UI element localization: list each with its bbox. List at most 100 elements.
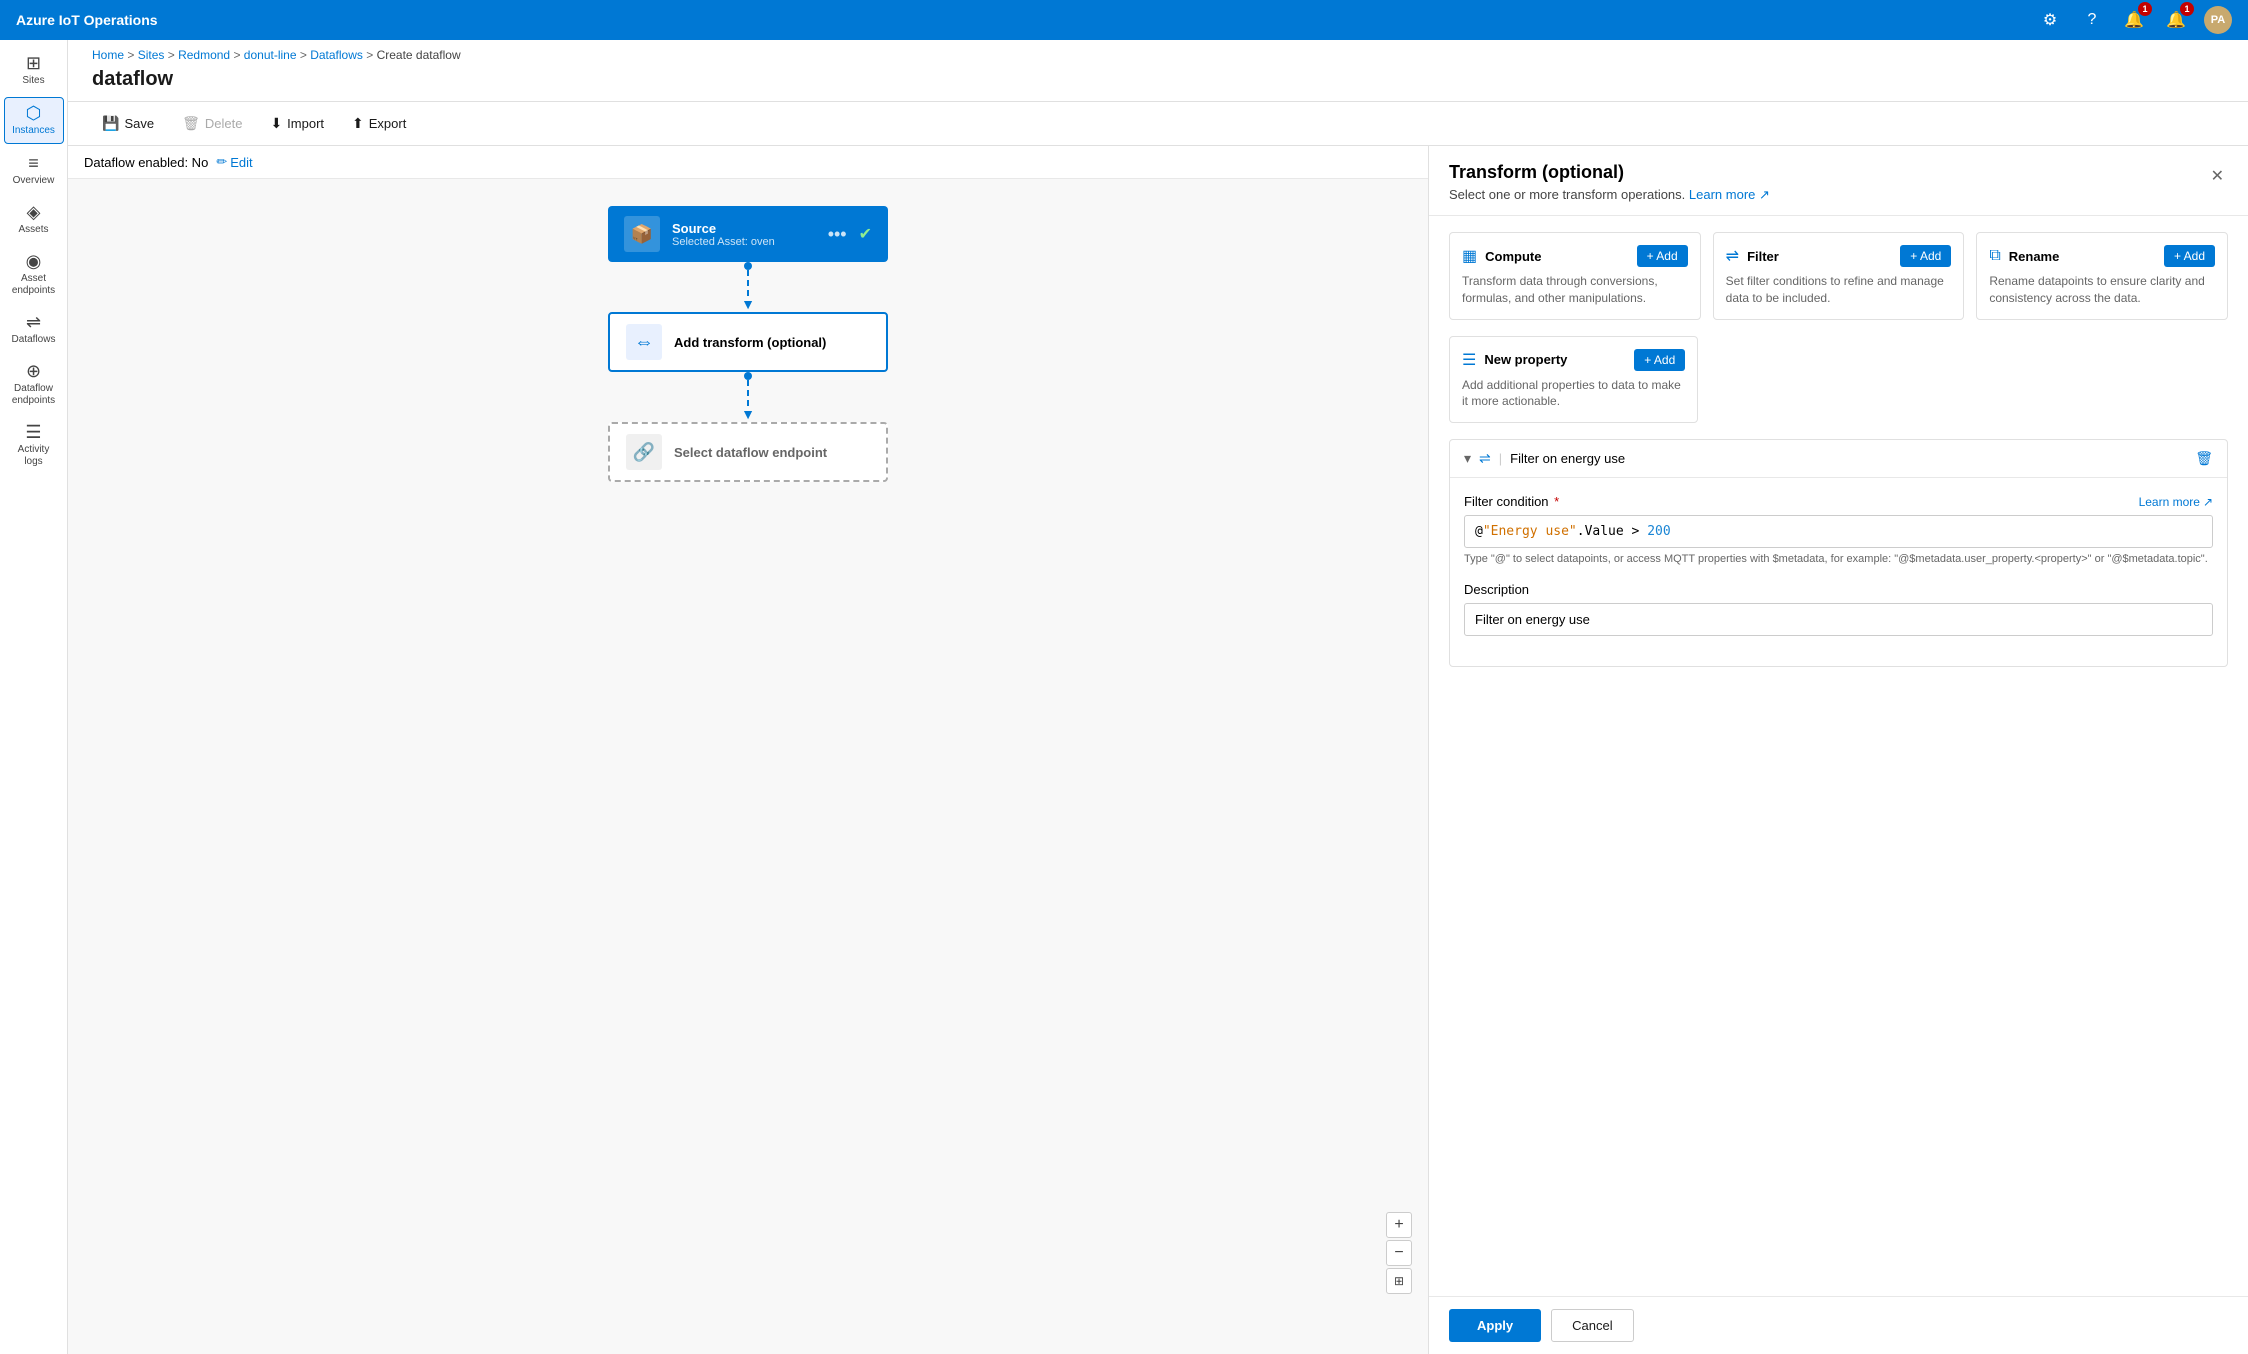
breadcrumb-redmond[interactable]: Redmond xyxy=(178,48,230,62)
cancel-button[interactable]: Cancel xyxy=(1551,1309,1633,1342)
breadcrumb-home[interactable]: Home xyxy=(92,48,124,62)
bell-icon-area[interactable]: 🔔 1 xyxy=(2162,6,2190,34)
breadcrumb-dataflows[interactable]: Dataflows xyxy=(310,48,363,62)
endpoint-icon: 🔗 xyxy=(633,442,655,463)
transform-node-title: Add transform (optional) xyxy=(674,335,870,350)
help-icon[interactable]: ? xyxy=(2078,6,2106,34)
compute-card-desc: Transform data through conversions, form… xyxy=(1462,273,1688,307)
endpoint-node[interactable]: 🔗 Select dataflow endpoint xyxy=(608,422,888,482)
sidebar-label-instances: Instances xyxy=(12,125,55,137)
sidebar-label-dataflows: Dataflows xyxy=(12,334,56,346)
canvas-wrapper: Dataflow enabled: No ✏ Edit 📦 Source xyxy=(68,146,2248,1354)
endpoint-node-title: Select dataflow endpoint xyxy=(674,445,870,460)
new-property-card-header: ☰ New property + Add xyxy=(1462,349,1685,371)
source-node[interactable]: 📦 Source Selected Asset: oven ••• ✔ xyxy=(608,206,888,262)
flow-connector-2: ▼ xyxy=(741,372,755,422)
filter-body: Filter condition * Learn more ↗ @"Energy… xyxy=(1450,478,2227,665)
apply-button[interactable]: Apply xyxy=(1449,1309,1541,1342)
compute-add-button[interactable]: + Add xyxy=(1637,245,1688,267)
save-button[interactable]: 💾 Save xyxy=(92,110,164,137)
notifications-bell[interactable]: 🔔 1 xyxy=(2120,6,2148,34)
sidebar-item-instances[interactable]: ⬡ Instances xyxy=(4,97,64,144)
panel-close-button[interactable]: ✕ xyxy=(2207,162,2228,190)
edit-link[interactable]: ✏ Edit xyxy=(216,154,252,170)
import-button[interactable]: ⬇ Import xyxy=(260,110,334,137)
transform-node[interactable]: ⇔ Add transform (optional) xyxy=(608,312,888,372)
filter-description-input[interactable] xyxy=(1464,603,2213,636)
filter-delete-button[interactable]: 🗑 xyxy=(2195,450,2213,467)
endpoint-node-icon-box: 🔗 xyxy=(626,434,662,470)
rename-card-icon: ⧉ xyxy=(1989,247,2000,265)
flow-canvas: 📦 Source Selected Asset: oven ••• ✔ xyxy=(68,186,1428,1354)
avatar[interactable]: PA xyxy=(2204,6,2232,34)
filter-add-button[interactable]: + Add xyxy=(1900,245,1951,267)
connector-arrow-1: ▼ xyxy=(741,296,755,312)
sidebar-item-sites[interactable]: ⊞ Sites xyxy=(4,48,64,93)
rename-card-title: Rename xyxy=(2009,249,2060,264)
new-property-card-title: New property xyxy=(1484,352,1567,367)
filter-collapse-button[interactable]: ▾ xyxy=(1464,450,1471,467)
filter-condition-learn-more[interactable]: Learn more ↗ xyxy=(2139,495,2213,509)
activity-logs-icon: ☰ xyxy=(25,423,41,441)
filter-section-name: Filter on energy use xyxy=(1510,451,2187,466)
filter-card-title: Filter xyxy=(1747,249,1779,264)
overview-icon: ≡ xyxy=(28,154,39,172)
sidebar-label-overview: Overview xyxy=(13,175,55,187)
page-title: dataflow xyxy=(92,68,2224,91)
delete-button[interactable]: 🗑 Delete xyxy=(172,110,252,137)
sidebar-item-overview[interactable]: ≡ Overview xyxy=(4,148,64,193)
zoom-out-button[interactable]: − xyxy=(1386,1240,1412,1266)
sidebar: ⊞ Sites ⬡ Instances ≡ Overview ◈ Assets … xyxy=(0,40,68,1354)
transform-node-info: Add transform (optional) xyxy=(674,335,870,350)
new-property-add-button[interactable]: + Add xyxy=(1634,349,1685,371)
delete-label: Delete xyxy=(205,116,243,131)
panel-title: Transform (optional) xyxy=(1449,162,1770,183)
edit-pencil-icon: ✏ xyxy=(216,154,227,170)
rename-add-button[interactable]: + Add xyxy=(2164,245,2215,267)
source-node-icon-box: 📦 xyxy=(624,216,660,252)
breadcrumb-area: Home > Sites > Redmond > donut-line > Da… xyxy=(68,40,2248,102)
breadcrumb-sites[interactable]: Sites xyxy=(138,48,165,62)
breadcrumb-donut-line[interactable]: donut-line xyxy=(244,48,297,62)
filter-condition-input-display: @"Energy use".Value > 200 xyxy=(1464,515,2213,548)
import-label: Import xyxy=(287,116,324,131)
code-energy-use: "Energy use" xyxy=(1483,524,1577,539)
rename-card-header: ⧉ Rename + Add xyxy=(1989,245,2215,267)
filter-card-title-area: ⇌ Filter xyxy=(1726,246,1779,266)
sidebar-item-assets[interactable]: ◈ Assets xyxy=(4,197,64,242)
save-icon: 💾 xyxy=(102,115,119,132)
top-bar: Azure IoT Operations ⚙ ? 🔔 1 🔔 1 PA xyxy=(0,0,2248,40)
source-node-info: Source Selected Asset: oven xyxy=(672,221,816,248)
source-icon: 📦 xyxy=(631,224,653,245)
compute-card: ▦ Compute + Add Transform data through c… xyxy=(1449,232,1701,320)
panel-header-content: Transform (optional) Select one or more … xyxy=(1449,162,1770,203)
panel-learn-more-label: Learn more xyxy=(1689,187,1755,202)
compute-card-header: ▦ Compute + Add xyxy=(1462,245,1688,267)
filter-card-desc: Set filter conditions to refine and mana… xyxy=(1726,273,1952,307)
required-indicator: * xyxy=(1554,494,1559,509)
asset-endpoints-icon: ◉ xyxy=(26,252,42,270)
filter-section-header: ▾ ⇌ | Filter on energy use 🗑 xyxy=(1450,440,2227,478)
app-body: ⊞ Sites ⬡ Instances ≡ Overview ◈ Assets … xyxy=(0,40,2248,1354)
assets-icon: ◈ xyxy=(27,203,41,221)
sidebar-item-asset-endpoints[interactable]: ◉ Asset endpoints xyxy=(4,246,64,303)
instances-icon: ⬡ xyxy=(26,104,42,122)
sidebar-item-activity-logs[interactable]: ☰ Activity logs xyxy=(4,417,64,474)
connector-line-1 xyxy=(747,270,749,296)
zoom-in-button[interactable]: + xyxy=(1386,1212,1412,1238)
transform-icon: ⇔ xyxy=(634,331,654,354)
filter-description-field: Description xyxy=(1464,582,2213,636)
new-property-card-icon: ☰ xyxy=(1462,350,1476,370)
dataflow-enabled-bar: Dataflow enabled: No ✏ Edit xyxy=(68,146,1428,179)
sidebar-item-dataflow-endpoints[interactable]: ⊕ Dataflow endpoints xyxy=(4,356,64,413)
panel-body: ▦ Compute + Add Transform data through c… xyxy=(1429,216,2248,1296)
zoom-reset-button[interactable]: ⊞ xyxy=(1386,1268,1412,1294)
new-property-card: ☰ New property + Add Add additional prop… xyxy=(1449,336,1698,424)
source-node-more-icon[interactable]: ••• xyxy=(828,224,847,245)
panel-learn-more-link[interactable]: Learn more ↗ xyxy=(1689,187,1770,202)
source-node-subtitle: Selected Asset: oven xyxy=(672,236,816,248)
export-button[interactable]: ⬆ Export xyxy=(342,110,416,137)
sidebar-item-dataflows[interactable]: ⇌ Dataflows xyxy=(4,307,64,352)
settings-icon[interactable]: ⚙ xyxy=(2036,6,2064,34)
transform-cards-row1: ▦ Compute + Add Transform data through c… xyxy=(1449,232,2228,320)
